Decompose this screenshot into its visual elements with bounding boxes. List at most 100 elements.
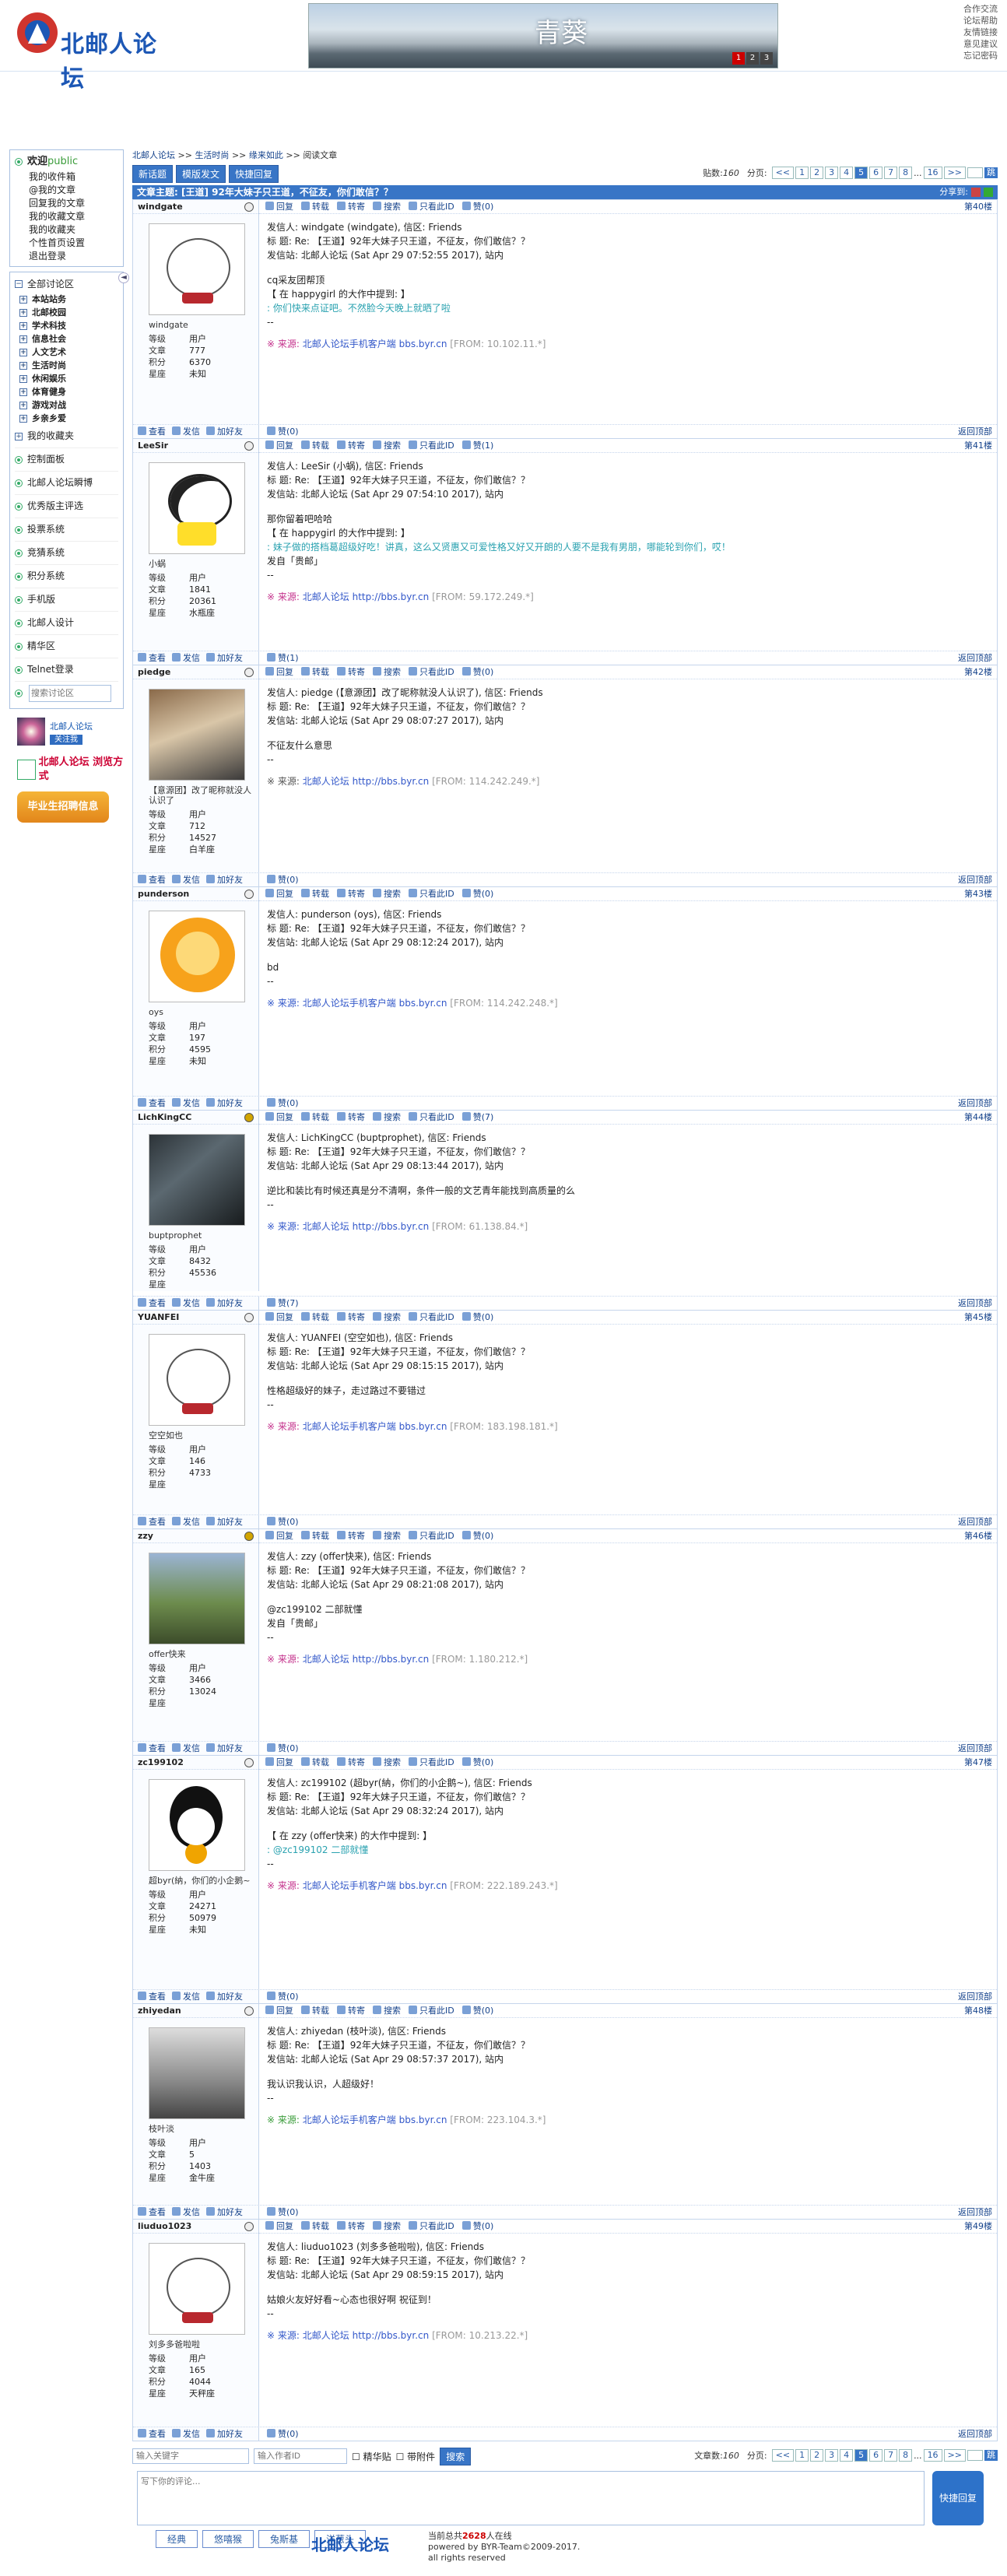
post-action[interactable]: 转寄 [337, 2004, 365, 2017]
author-action[interactable]: 加好友 [206, 1515, 243, 1528]
post-action[interactable]: 搜索 [373, 887, 401, 900]
post-action[interactable]: 转寄 [337, 439, 365, 452]
post-author-id[interactable]: liuduo1023 [133, 2220, 258, 2234]
top-link-forgot-password[interactable]: 忘记密码 [963, 50, 998, 61]
new-topic-button[interactable]: 新话题 [132, 164, 174, 183]
post-action[interactable]: 转载 [301, 1111, 329, 1124]
author-action[interactable]: 查看 [138, 1097, 166, 1110]
page-link[interactable]: 4 [840, 167, 854, 179]
like-button[interactable]: 赞(0) [461, 2004, 493, 2017]
post-author-id[interactable]: YUANFEI [133, 1311, 258, 1325]
page-first[interactable]: << [771, 167, 795, 179]
link-my-favorite-posts[interactable]: 我的收藏文章 [15, 210, 118, 223]
sidebar-item-points[interactable]: 积分系统 [15, 565, 118, 588]
sidebar-item-favorites[interactable]: + 我的收藏夹 [15, 425, 118, 448]
author-action[interactable]: 加好友 [206, 651, 243, 665]
post-action[interactable]: 转载 [301, 665, 329, 679]
author-action[interactable]: 加好友 [206, 1097, 243, 1110]
post-action[interactable]: 只看此ID [409, 665, 454, 679]
top-link-help[interactable]: 论坛帮助 [963, 15, 998, 26]
source-url-link[interactable]: http://bbs.byr.cn [353, 1221, 430, 1232]
author-action[interactable]: 查看 [138, 873, 166, 886]
page-link[interactable]: 2 [810, 2449, 824, 2462]
ad-browse-mode[interactable]: 北邮人论坛 浏览方式 [17, 756, 124, 784]
sidebar-item-control-panel[interactable]: 控制面板 [15, 448, 118, 472]
post-action[interactable]: 搜索 [373, 1111, 401, 1124]
board-item[interactable]: + 乡亲乡爱 [15, 412, 118, 425]
like-button[interactable]: 赞(0) [461, 1529, 493, 1542]
like-button[interactable]: 赞(0) [461, 887, 493, 900]
page-current[interactable]: 5 [854, 167, 868, 179]
board-item[interactable]: + 信息社会 [15, 332, 118, 346]
keyword-input[interactable] [132, 2448, 249, 2464]
footer-logo[interactable]: 北邮人论坛 [311, 2532, 389, 2555]
sidebar-item-digest[interactable]: 精华区 [15, 635, 118, 658]
post-action[interactable]: 搜索 [373, 2004, 401, 2017]
back-to-top-link[interactable]: 返回顶部 [958, 651, 992, 665]
ad-follow[interactable]: 北邮人论坛 关注我 [17, 715, 124, 748]
page-link[interactable]: 1 [795, 167, 809, 179]
post-action[interactable]: 回复 [265, 2220, 293, 2233]
post-action[interactable]: 回复 [265, 1311, 293, 1324]
sidebar-item-design[interactable]: 北邮人设计 [15, 612, 118, 635]
page-link[interactable]: 16 [923, 2449, 942, 2462]
footer-like-button[interactable]: 赞(0) [267, 1517, 299, 1527]
source-site-link[interactable]: 北邮人论坛 [303, 1654, 349, 1665]
post-action[interactable]: 转寄 [337, 1311, 365, 1324]
back-to-top-link[interactable]: 返回顶部 [958, 2427, 992, 2441]
page-jump-input[interactable] [967, 2450, 983, 2461]
source-url-link[interactable]: http://bbs.byr.cn [353, 776, 430, 787]
page-link[interactable]: 8 [899, 2449, 913, 2462]
avatar[interactable] [149, 689, 245, 781]
floor-number[interactable]: 第46楼 [964, 1529, 992, 1543]
like-button[interactable]: 赞(0) [461, 2220, 493, 2233]
footer-like-button[interactable]: 赞(0) [267, 2429, 299, 2439]
post-action[interactable]: 只看此ID [409, 2220, 454, 2233]
page-link[interactable]: 7 [884, 2449, 898, 2462]
search-button[interactable]: 搜索 [440, 2447, 472, 2465]
page-link[interactable]: 16 [923, 167, 942, 179]
sidebar-item-guess[interactable]: 竞猜系统 [15, 542, 118, 565]
post-author-id[interactable]: punderson [133, 887, 258, 901]
author-action[interactable]: 加好友 [206, 2206, 243, 2219]
back-to-top-link[interactable]: 返回顶部 [958, 1515, 992, 1529]
ad-recruitment[interactable]: 毕业生招聘信息 [17, 791, 109, 823]
footer-like-button[interactable]: 赞(1) [267, 653, 299, 663]
post-action[interactable]: 只看此ID [409, 1756, 454, 1769]
back-to-top-link[interactable]: 返回顶部 [958, 1742, 992, 1756]
avatar[interactable] [149, 1779, 245, 1871]
post-author-id[interactable]: zc199102 [133, 1756, 258, 1770]
post-action[interactable]: 只看此ID [409, 439, 454, 452]
page-jump-button[interactable]: 跳 [984, 2450, 998, 2461]
author-action[interactable]: 查看 [138, 651, 166, 665]
back-to-top-link[interactable]: 返回顶部 [958, 425, 992, 439]
post-action[interactable]: 回复 [265, 665, 293, 679]
page-first[interactable]: << [771, 2449, 795, 2462]
like-button[interactable]: 赞(0) [461, 665, 493, 679]
post-action[interactable]: 回复 [265, 887, 293, 900]
post-action[interactable]: 转寄 [337, 1756, 365, 1769]
digest-checkbox[interactable]: ☐ 精华贴 [352, 2450, 391, 2463]
sidebar-item-mobile[interactable]: 手机版 [15, 588, 118, 612]
post-author-id[interactable]: zzy [133, 1529, 258, 1543]
post-author-id[interactable]: LichKingCC [133, 1111, 258, 1125]
post-action[interactable]: 只看此ID [409, 1529, 454, 1542]
post-action[interactable]: 转载 [301, 1311, 329, 1324]
author-action[interactable]: 加好友 [206, 425, 243, 438]
avatar[interactable] [149, 1553, 245, 1644]
post-action[interactable]: 转寄 [337, 200, 365, 213]
floor-number[interactable]: 第48楼 [964, 2004, 992, 2018]
page-link[interactable]: 4 [840, 2449, 854, 2462]
post-action[interactable]: 搜索 [373, 439, 401, 452]
floor-number[interactable]: 第45楼 [964, 1311, 992, 1325]
sidebar-item-weibo[interactable]: 北邮人论坛瞬博 [15, 472, 118, 495]
top-link-feedback[interactable]: 意见建议 [963, 38, 998, 50]
author-action[interactable]: 发信 [172, 651, 200, 665]
link-logout[interactable]: 退出登录 [15, 250, 118, 263]
page-link[interactable]: 3 [825, 167, 839, 179]
post-action[interactable]: 回复 [265, 1756, 293, 1769]
footer-like-button[interactable]: 赞(0) [267, 1743, 299, 1753]
page-link[interactable]: 6 [869, 167, 883, 179]
page-last[interactable]: >> [943, 2449, 966, 2462]
post-action[interactable]: 转载 [301, 1756, 329, 1769]
